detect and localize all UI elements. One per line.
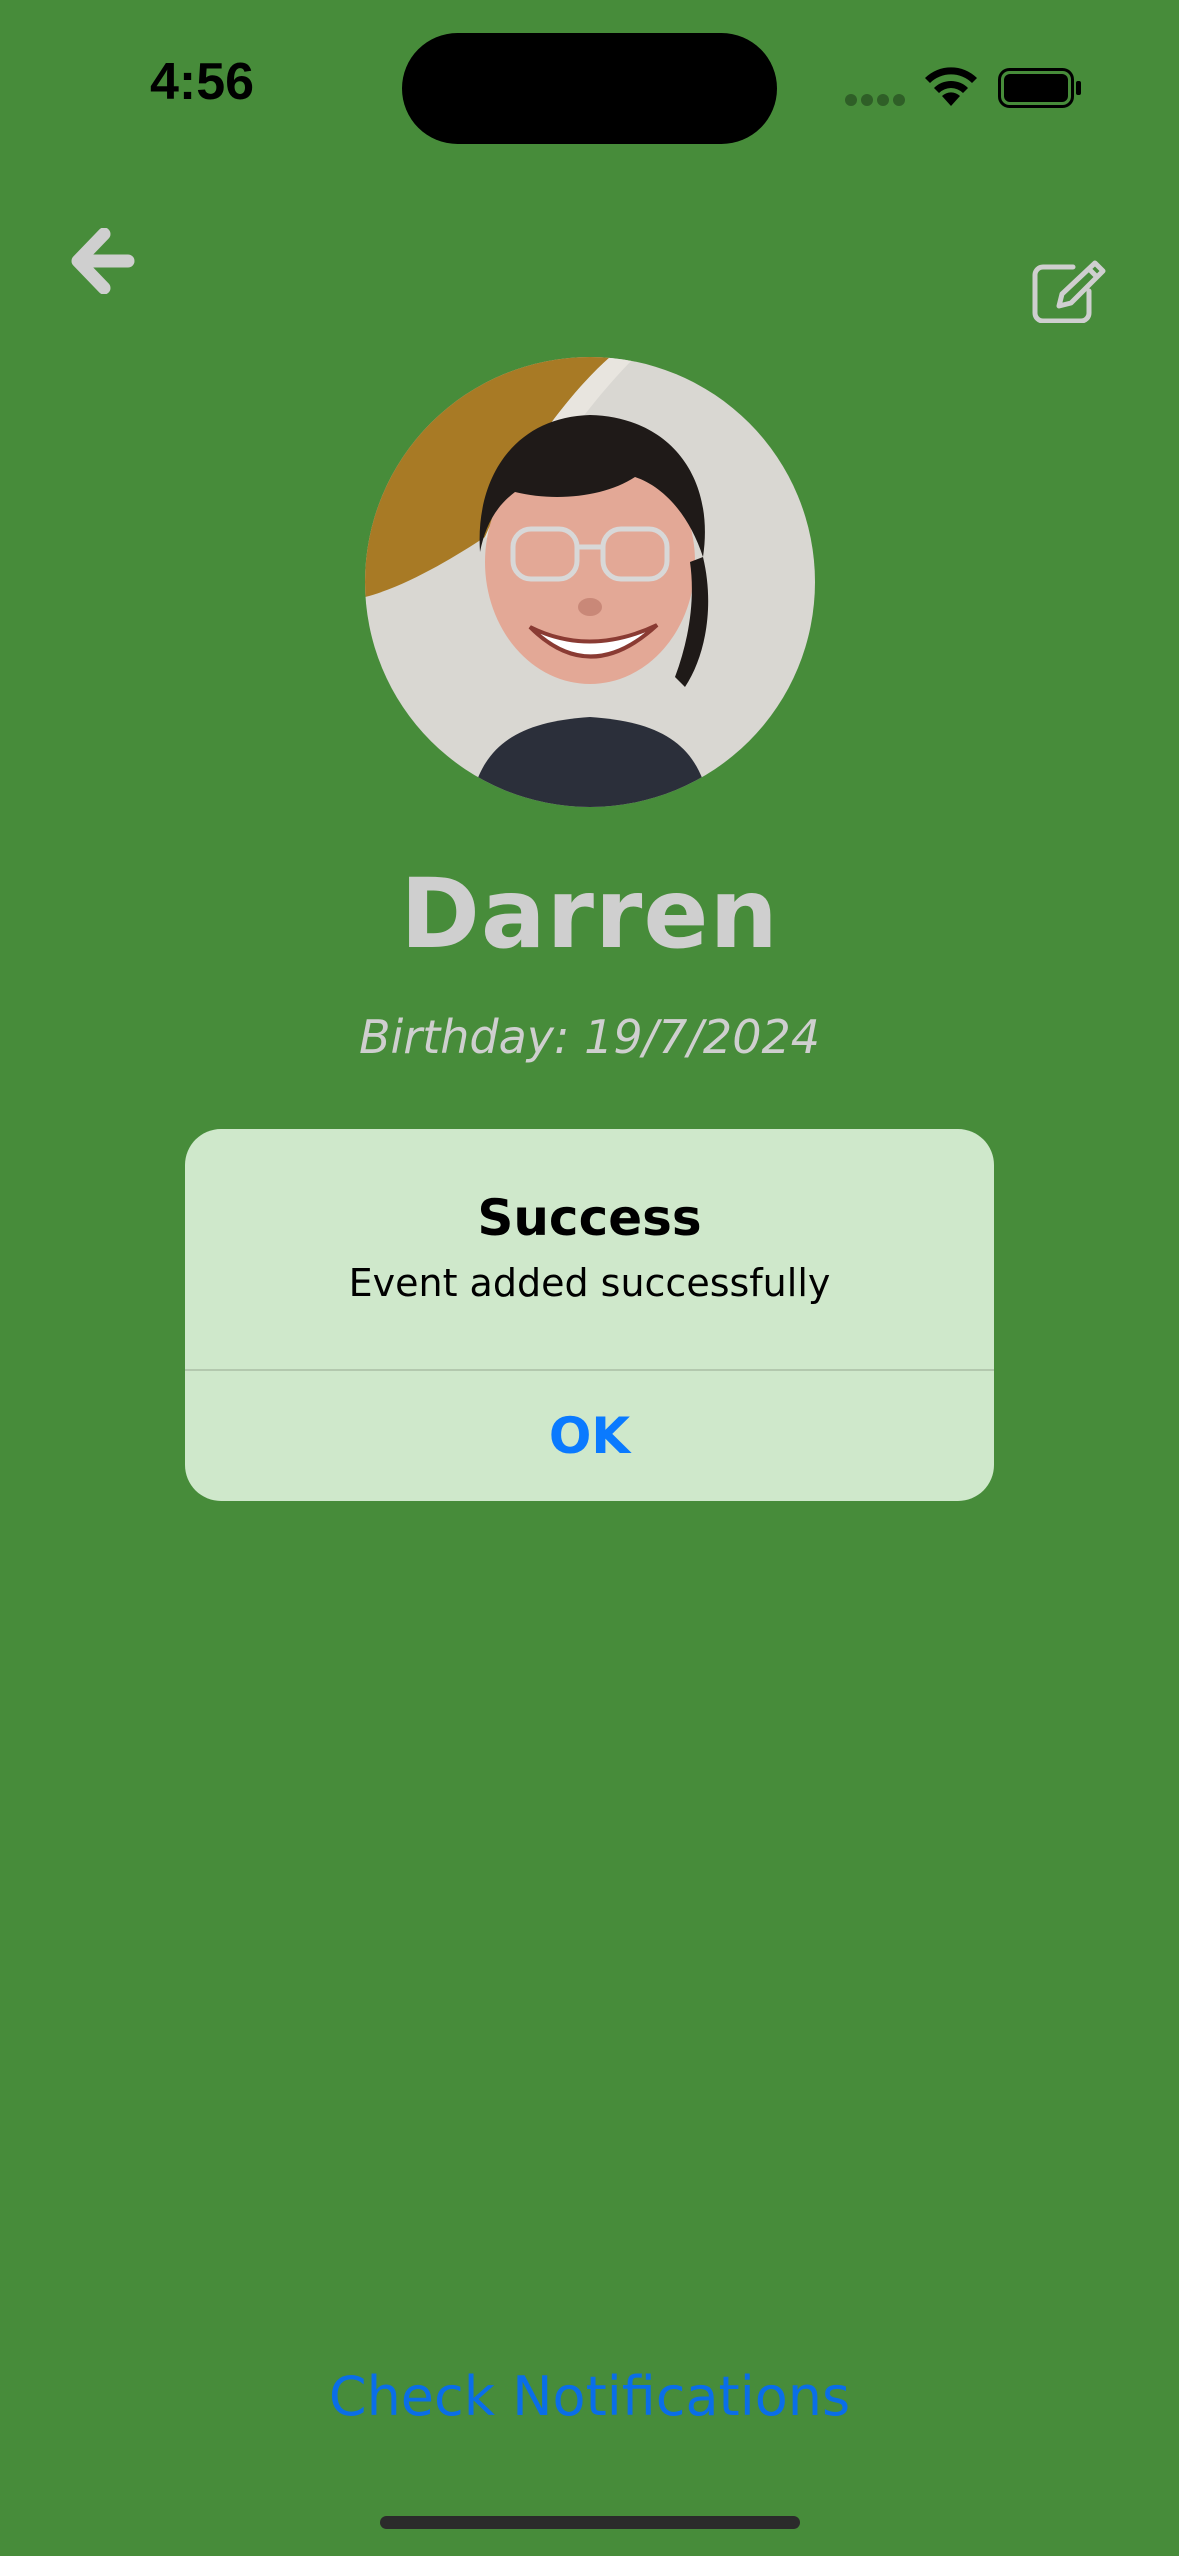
profile-photo [365, 357, 815, 807]
arrow-left-icon [71, 228, 135, 294]
dynamic-island [402, 33, 777, 144]
birthday-label: Birthday: 19/7/2024 [358, 1010, 821, 1064]
person-name: Darren [400, 858, 779, 970]
cellular-signal-icon [845, 94, 905, 106]
alert-message: Event added successfully [348, 1261, 831, 1305]
status-time: 4:56 [150, 53, 255, 111]
back-button[interactable] [62, 220, 144, 302]
success-alert: Success Event added successfully OK [185, 1129, 994, 1501]
edit-square-pencil-icon [1032, 260, 1106, 323]
alert-title: Success [477, 1189, 702, 1247]
check-notifications-button[interactable]: Check Notifications [0, 2365, 1179, 2428]
avatar [365, 357, 815, 807]
edit-button[interactable] [1024, 250, 1114, 332]
battery-full-icon [998, 68, 1081, 108]
alert-ok-button[interactable]: OK [185, 1371, 994, 1501]
home-indicator [380, 2516, 800, 2529]
wifi-icon [925, 67, 977, 106]
